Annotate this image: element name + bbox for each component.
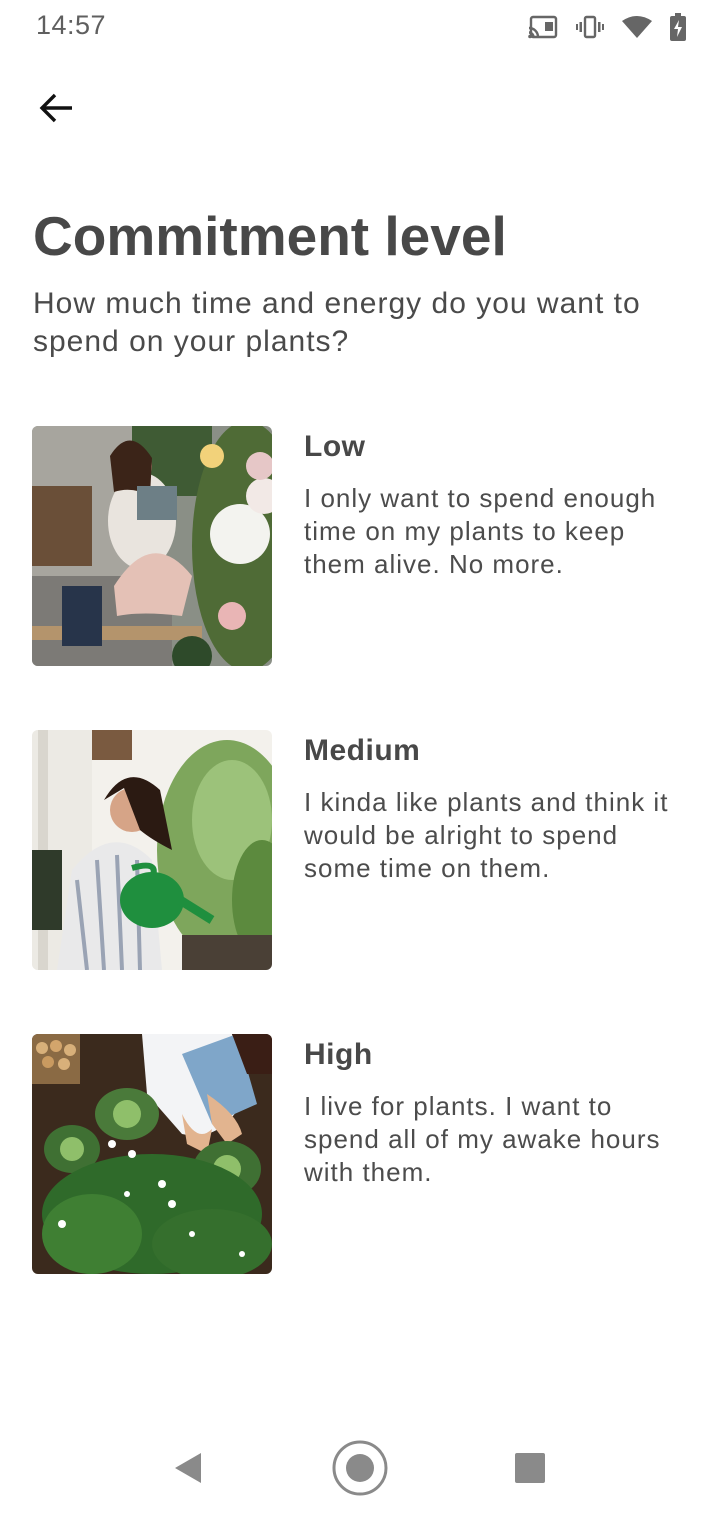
option-medium-image: [32, 730, 272, 970]
option-high[interactable]: High I live for plants. I want to spend …: [32, 1034, 688, 1274]
nav-home-button[interactable]: [328, 1438, 392, 1502]
wifi-icon: [622, 15, 652, 39]
option-low-title: Low: [304, 430, 366, 463]
option-medium-description: I kinda like plants and think it would b…: [304, 787, 669, 883]
option-high-description: I live for plants. I want to spend all o…: [304, 1091, 661, 1187]
option-medium-title: Medium: [304, 734, 421, 767]
battery-charging-icon: [670, 13, 686, 41]
option-low[interactable]: Low I only want to spend enough time on …: [32, 426, 688, 666]
arrow-back-icon: [38, 92, 74, 129]
status-icons: [528, 11, 686, 43]
page-subtitle: How much time and energy do you want to …: [33, 287, 641, 358]
nav-recents-button[interactable]: [498, 1438, 562, 1502]
option-medium[interactable]: Medium I kinda like plants and think it …: [32, 730, 688, 970]
option-high-image: [32, 1034, 272, 1274]
option-high-title: High: [304, 1038, 373, 1071]
option-low-description: I only want to spend enough time on my p…: [304, 483, 657, 579]
back-button[interactable]: [26, 80, 86, 140]
vibrate-icon: [576, 15, 604, 39]
recents-square-icon: [514, 1452, 546, 1489]
status-time: 14:57: [36, 10, 107, 40]
page-title: Commitment level: [33, 205, 507, 267]
home-circle-icon: [331, 1439, 389, 1502]
option-low-image: [32, 426, 272, 666]
system-nav-bar: [0, 1420, 720, 1520]
cast-icon: [528, 15, 558, 39]
nav-back-button[interactable]: [156, 1438, 220, 1502]
status-bar: 14:57: [0, 0, 720, 54]
back-triangle-icon: [173, 1451, 203, 1490]
screen: 14:57 Commitment level How much time and…: [0, 0, 720, 1520]
